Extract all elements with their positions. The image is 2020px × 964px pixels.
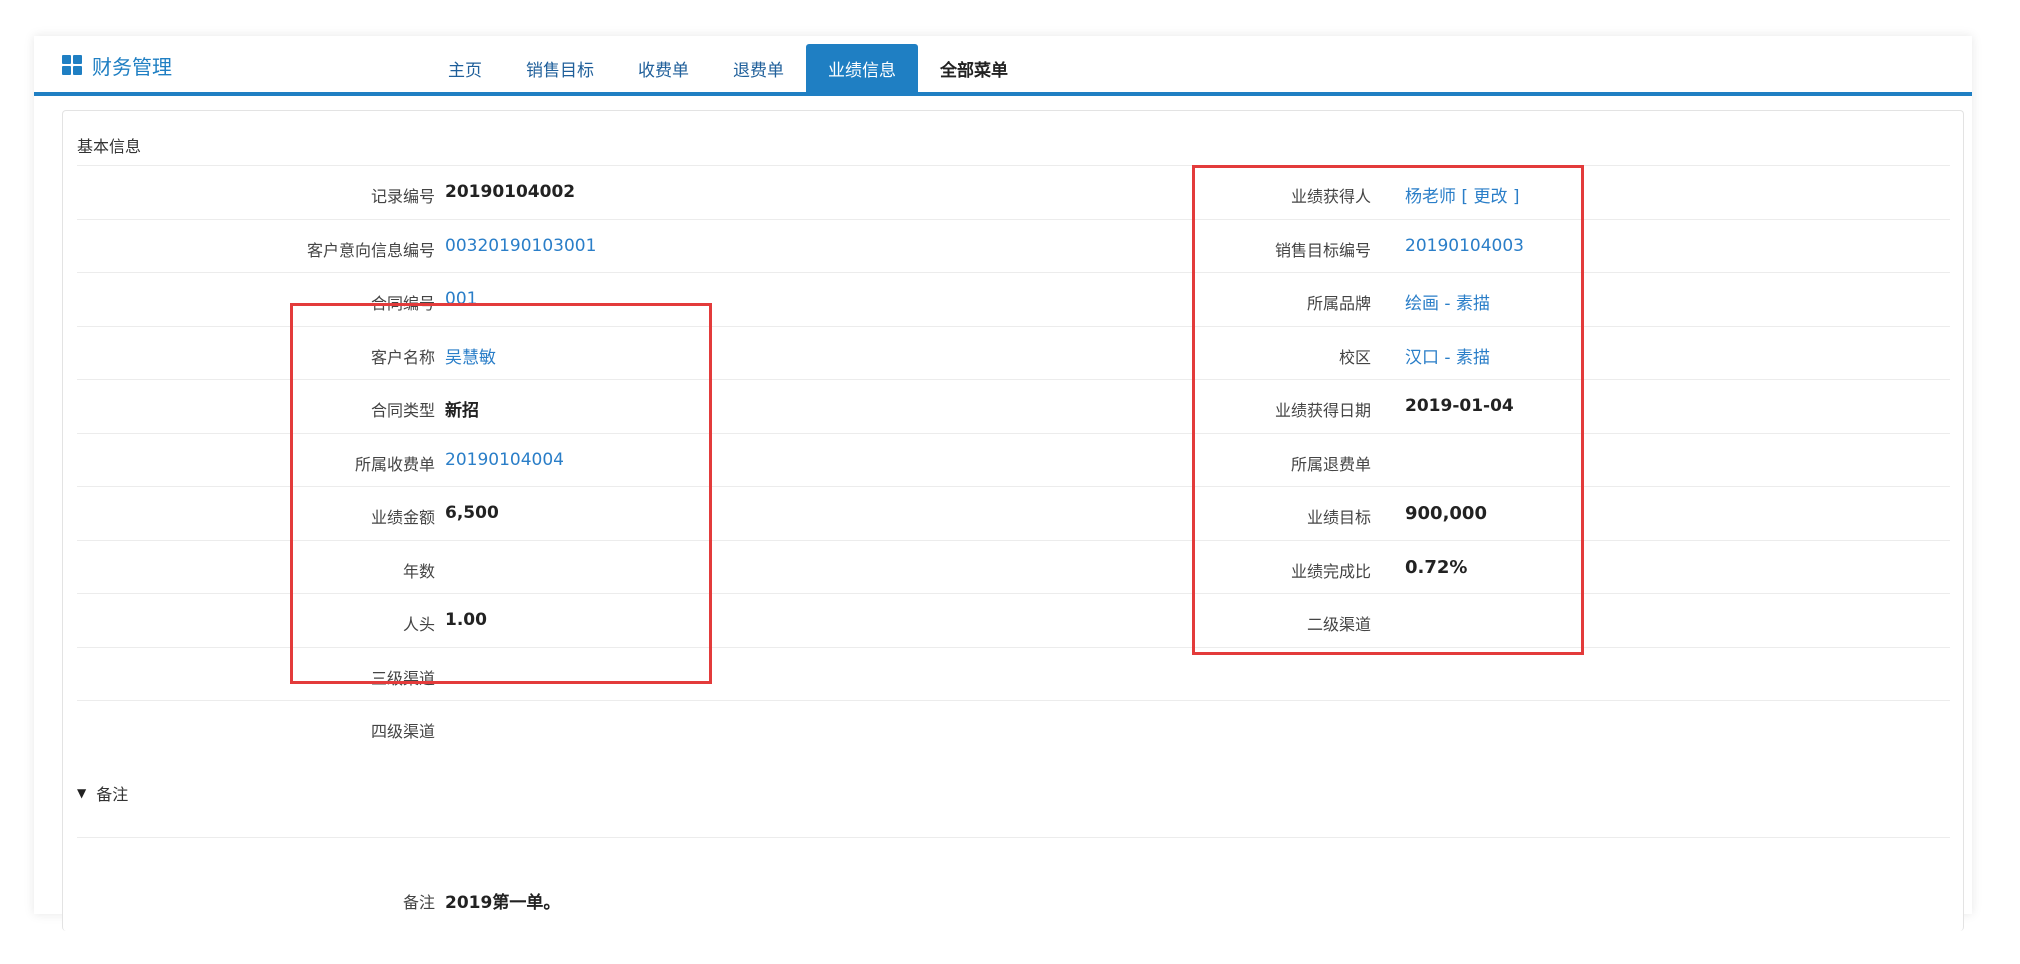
- triangle-down-icon: ▼: [77, 786, 87, 800]
- row-divider: [77, 700, 1950, 701]
- left-field-label: 记录编号: [370, 187, 435, 206]
- highlight-box-left: [290, 303, 712, 684]
- highlight-box-right: [1192, 165, 1584, 655]
- tab-all-menus[interactable]: 全部菜单: [918, 44, 1030, 92]
- tab-home[interactable]: 主页: [426, 44, 504, 92]
- notes-value: 2019第一单。: [445, 893, 561, 913]
- notes-divider: [77, 837, 1950, 838]
- left-field-label: 客户意向信息编号: [306, 241, 435, 260]
- app-brand[interactable]: 财务管理: [62, 50, 172, 80]
- app-title: 财务管理: [92, 54, 172, 79]
- left-field-value[interactable]: 00320190103001: [445, 236, 596, 256]
- notes-section-toggle[interactable]: ▼ 备注: [77, 781, 128, 805]
- tab-receipts[interactable]: 收费单: [616, 44, 711, 92]
- grid-icon: [62, 55, 82, 75]
- tab-performance-info[interactable]: 业绩信息: [806, 44, 918, 92]
- tab-refunds[interactable]: 退费单: [711, 44, 806, 92]
- section-title-basic: 基本信息: [77, 137, 142, 156]
- left-field-value: 20190104002: [445, 182, 576, 202]
- detail-panel: 基本信息 记录编号 20190104002 业绩获得人 杨老师 [ 更改 ] 客户意向信…: [62, 110, 1964, 931]
- row-divider: [77, 219, 1950, 220]
- row-divider: [77, 272, 1950, 273]
- main-nav-tabs: 主页 销售目标 收费单 退费单 业绩信息 全部菜单: [426, 44, 1030, 92]
- notes-section-title: 备注: [96, 785, 129, 804]
- row-divider: [77, 165, 1950, 166]
- finance-card: 财务管理 主页 销售目标 收费单 退费单 业绩信息 全部菜单 基本信息 记录编号…: [34, 36, 1972, 931]
- notes-label: 备注: [402, 893, 435, 912]
- left-field-label: 四级渠道: [370, 722, 435, 741]
- top-nav-bar: 财务管理 主页 销售目标 收费单 退费单 业绩信息 全部菜单: [34, 36, 1972, 96]
- tab-sales-target[interactable]: 销售目标: [504, 44, 616, 92]
